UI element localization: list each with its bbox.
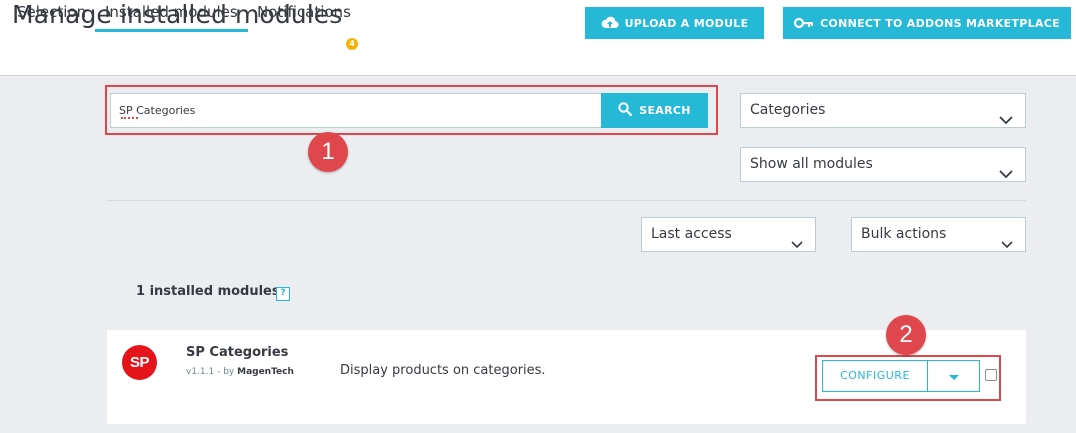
connect-addons-label: CONNECT TO ADDONS MARKETPLACE: [820, 16, 1060, 30]
chevron-down-icon: [999, 105, 1013, 138]
step-marker-2: 2: [886, 315, 926, 355]
status-select-value: Show all modules: [750, 156, 873, 172]
notifications-badge: 4: [346, 38, 358, 50]
bulk-actions-select[interactable]: Bulk actions: [851, 217, 1026, 252]
sort-select-value: Last access: [651, 226, 732, 242]
connect-addons-button[interactable]: CONNECT TO ADDONS MARKETPLACE: [783, 7, 1071, 39]
spellcheck-underline: [121, 116, 138, 119]
filter-divider: [107, 200, 1026, 201]
bulk-actions-value: Bulk actions: [861, 226, 947, 242]
tab-selection[interactable]: Selection: [17, 0, 86, 32]
installed-count-label: 1 installed modules: [136, 284, 280, 299]
search-button[interactable]: SEARCH: [601, 93, 708, 128]
module-meta: v1.1.1 - by MagenTech: [186, 367, 294, 377]
configure-button[interactable]: CONFIGURE: [822, 360, 928, 392]
step-marker-1: 1: [308, 132, 348, 172]
page-header: Manage installed modules Selection Insta…: [0, 0, 1076, 76]
search-icon: [618, 102, 633, 119]
module-logo: SP: [122, 345, 157, 380]
search-button-label: SEARCH: [639, 104, 691, 117]
sort-select[interactable]: Last access: [641, 217, 816, 252]
upload-module-label: UPLOAD A MODULE: [624, 16, 749, 30]
tab-installed-modules[interactable]: Installed modules: [95, 0, 248, 32]
module-actions-dropdown[interactable]: [928, 360, 980, 392]
module-version: v1.1.1 - by: [186, 367, 235, 377]
upload-module-button[interactable]: UPLOAD A MODULE: [585, 7, 764, 39]
chevron-down-icon: [791, 229, 803, 262]
status-select[interactable]: Show all modules: [740, 147, 1026, 182]
help-icon[interactable]: ?: [276, 287, 290, 301]
search-input[interactable]: [119, 94, 599, 127]
category-select-value: Categories: [750, 102, 826, 118]
search-field[interactable]: [110, 93, 604, 128]
module-name: SP Categories: [186, 345, 289, 360]
caret-down-icon: [949, 375, 959, 380]
tab-notifications[interactable]: Notifications: [257, 0, 351, 32]
key-icon: [794, 17, 814, 29]
module-select-checkbox[interactable]: [985, 369, 997, 381]
search-highlight-box: SEARCH: [105, 85, 718, 135]
cloud-upload-icon: [601, 16, 619, 30]
module-author: MagenTech: [237, 367, 294, 377]
category-select[interactable]: Categories: [740, 93, 1026, 128]
chevron-down-icon: [999, 159, 1013, 192]
chevron-down-icon: [1001, 229, 1013, 262]
module-description: Display products on categories.: [340, 363, 546, 378]
